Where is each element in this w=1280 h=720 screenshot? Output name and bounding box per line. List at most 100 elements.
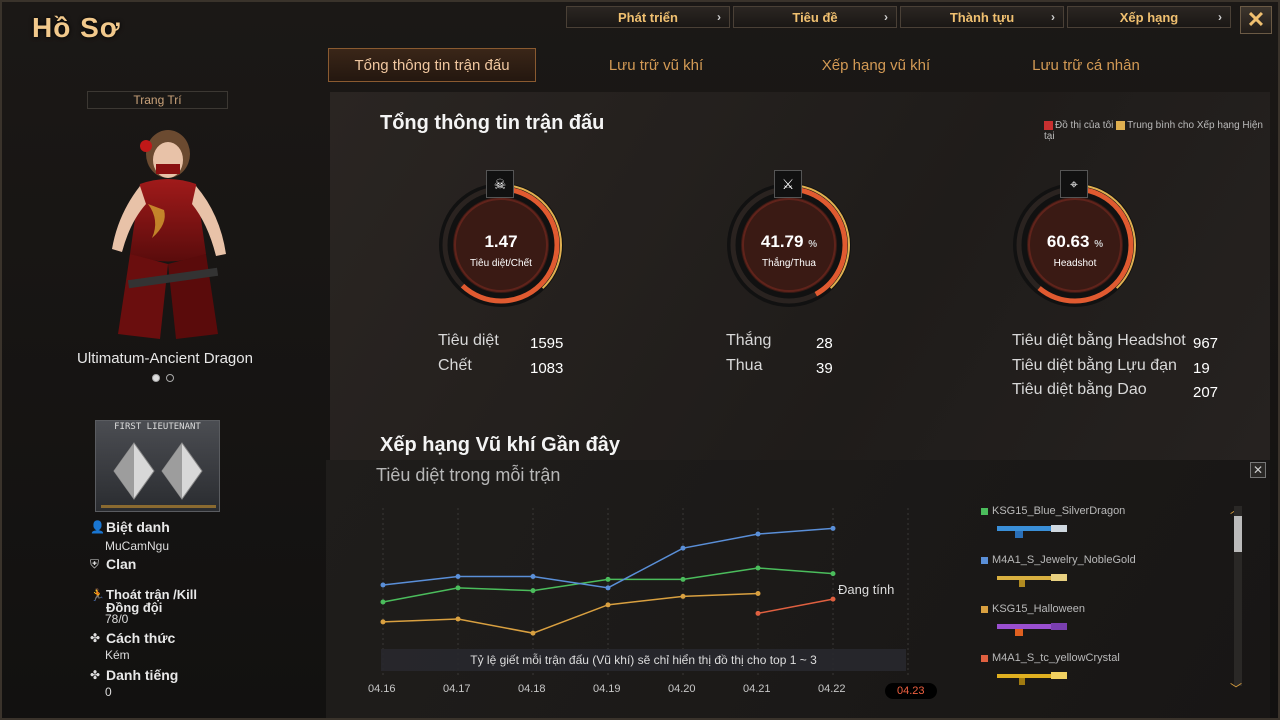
data-point	[380, 599, 386, 605]
headshot-ring: ⌖ 60.63 % Headshot	[1010, 170, 1140, 310]
winrate-label: Thắng/Thua	[762, 258, 816, 269]
rank-badge: FIRST LIEUTENANT	[95, 420, 220, 512]
grenade-kills-label: Tiêu diệt bằng Lựu đạn	[1012, 357, 1177, 374]
chevron-right-icon: ›	[717, 10, 721, 24]
wins-value: 28	[816, 335, 833, 352]
nickname-label: Biệt danh	[106, 519, 170, 535]
tab-personal-records[interactable]: Lưu trữ cá nhân	[976, 48, 1196, 82]
winrate-value: 41.79 %	[724, 232, 854, 252]
data-point	[380, 619, 386, 625]
kd-value: 1.47	[436, 232, 566, 252]
reputation-value: 0	[105, 685, 112, 699]
weapon-item[interactable]: M4A1_S_Jewelry_NobleGold	[981, 554, 1191, 603]
data-point	[605, 602, 611, 608]
nav-achievements-button[interactable]: Thành tựu ›	[900, 6, 1064, 28]
data-point	[380, 582, 386, 588]
headshot-kills-label: Tiêu diệt bằng Headshot	[1012, 332, 1186, 349]
data-point	[455, 616, 461, 622]
close-icon[interactable]: ✕	[1250, 462, 1266, 478]
data-point	[455, 585, 461, 591]
rifle-icon	[997, 574, 1067, 587]
data-point	[755, 610, 761, 616]
chevron-right-icon: ›	[1051, 10, 1055, 24]
wins-label: Thắng	[726, 332, 772, 349]
headshot-value: 60.63 %	[1010, 232, 1140, 252]
deaths-label: Chết	[438, 357, 472, 374]
data-point	[830, 525, 836, 531]
x-tick-label: 04.20	[668, 683, 696, 695]
tab-weapon-records[interactable]: Lưu trữ vũ khí	[536, 48, 776, 82]
x-tick-label: 04.17	[443, 683, 471, 695]
decoration-button[interactable]: Trang Trí	[87, 91, 228, 109]
kills-per-match-chart	[380, 508, 909, 675]
weapon-name: KSG15_Blue_SilverDragon	[992, 505, 1126, 517]
clan-icon: ⛨	[90, 556, 100, 571]
legend-swatch-average	[1116, 120, 1126, 130]
deaths-value: 1083	[530, 360, 564, 377]
carousel-dot[interactable]	[166, 374, 174, 382]
data-point	[530, 588, 536, 594]
weapon-name: M4A1_S_Jewelry_NobleGold	[992, 554, 1136, 566]
reputation-row: ✤ Danh tiếng	[90, 667, 178, 683]
top-nav: Phát triển › Tiêu đề › Thành tựu › Xếp hạng…	[566, 6, 1231, 28]
series-line	[757, 598, 834, 615]
carousel-dot[interactable]	[152, 374, 160, 382]
nav-label: Thành tựu	[949, 9, 1015, 25]
data-point	[530, 630, 536, 636]
nav-ranking-button[interactable]: Xếp hạng ›	[1067, 6, 1231, 28]
skull-icon: ☠	[486, 170, 514, 198]
x-tick-label: 04.18	[518, 683, 546, 695]
x-tick-label[interactable]: 04.23	[885, 683, 937, 699]
headshot-unit: %	[1094, 239, 1104, 250]
kd-label: Tiêu diệt/Chết	[470, 258, 532, 269]
tab-match-summary[interactable]: Tổng thông tin trận đấu	[328, 48, 536, 82]
style-row: ✤ Cách thức	[90, 630, 175, 646]
chevron-right-icon: ›	[884, 10, 888, 24]
kd-number: 1.47	[484, 232, 518, 251]
weapon-item[interactable]: KSG15_Blue_SilverDragon	[981, 505, 1191, 554]
calculating-label: Đang tính	[838, 582, 895, 597]
scroll-down-icon[interactable]: ﹀	[1230, 680, 1242, 697]
kills-value: 1595	[530, 335, 564, 352]
weapon-item[interactable]: M4A1_S_tc_yellowCrystal	[981, 652, 1191, 701]
summary-panel: Tổng thông tin trận đấu Đồ thị của tôi T…	[330, 92, 1270, 462]
losses-label: Thua	[726, 357, 763, 374]
nav-development-button[interactable]: Phát triển ›	[566, 6, 730, 28]
scroll-thumb[interactable]	[1234, 516, 1242, 552]
chart-legend: Đồ thị của tôi Trung bình cho Xếp hạng H…	[1044, 120, 1264, 142]
x-tick-label: 04.19	[593, 683, 621, 695]
clan-label: Clan	[106, 556, 137, 572]
x-tick-label: 04.16	[368, 683, 396, 695]
nav-label: Xếp hạng	[1119, 9, 1179, 25]
summary-title: Tổng thông tin trận đấu	[380, 112, 605, 134]
escape-row: 🏃 Thoát trận /Kill Đồng đội	[90, 588, 216, 614]
legend-swatch-mine	[1044, 120, 1053, 130]
weapon-name: KSG15_Halloween	[992, 603, 1085, 615]
data-point	[680, 593, 686, 599]
page-title: Hồ Sơ	[32, 12, 121, 43]
shotgun-icon	[997, 623, 1067, 636]
character-name: Ultimatum-Ancient Dragon	[77, 350, 253, 367]
clover-icon: ✤	[90, 668, 101, 682]
data-point	[530, 574, 536, 579]
close-icon[interactable]: ✕	[1240, 6, 1272, 34]
weapon-item[interactable]: KSG15_Halloween	[981, 603, 1191, 652]
nav-titles-button[interactable]: Tiêu đề ›	[733, 6, 897, 28]
escape-label: Thoát trận /Kill Đồng đội	[106, 587, 197, 615]
rifle-icon: ⌖	[1060, 170, 1088, 198]
grenade-kills-value: 19	[1193, 360, 1210, 377]
nickname-row: 👤 Biệt danh	[90, 519, 170, 535]
weapon-list: KSG15_Blue_SilverDragon M4A1_S_Jewelry_N…	[981, 505, 1191, 701]
tab-weapon-ranking[interactable]: Xếp hạng vũ khí	[776, 48, 976, 82]
winrate-unit: %	[808, 239, 818, 250]
legend-mine: Đồ thị của tôi	[1055, 120, 1114, 131]
data-point	[680, 576, 686, 582]
knife-kills-value: 207	[1193, 384, 1219, 401]
knife-kills-label: Tiêu diệt bằng Dao	[1012, 381, 1147, 398]
character-image	[112, 130, 226, 339]
weapon-list-scrollbar[interactable]	[1234, 506, 1242, 686]
style-value: Kém	[105, 648, 130, 662]
weapon-color-swatch	[981, 556, 988, 564]
data-point	[755, 591, 761, 596]
rifle-icon	[997, 672, 1067, 685]
